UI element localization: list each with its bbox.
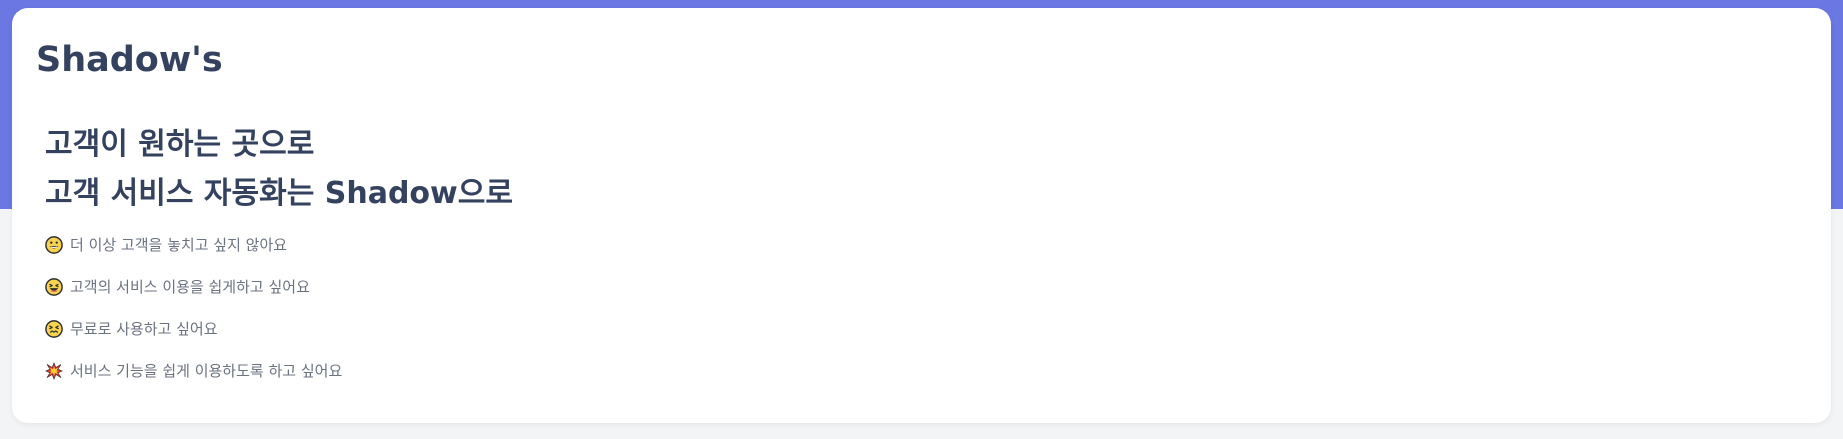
collision-icon xyxy=(45,362,63,380)
benefit-text: 고객의 서비스 이용을 쉽게하고 싶어요 xyxy=(70,278,310,296)
headline-line-2: 고객 서비스 자동화는 Shadow으로 xyxy=(45,176,513,211)
benefit-item: 고객의 서비스 이용을 쉽게하고 싶어요 xyxy=(45,276,310,298)
benefit-item: 무료로 사용하고 싶어요 xyxy=(45,318,218,340)
benefit-text: 서비스 기능을 쉽게 이용하도록 하고 싶어요 xyxy=(70,362,343,380)
headline-line-1: 고객이 원하는 곳으로 xyxy=(45,127,315,162)
benefit-text: 무료로 사용하고 싶어요 xyxy=(70,320,218,338)
content-card: Shadow's 고객이 원하는 곳으로 고객 서비스 자동화는 Shadow으… xyxy=(12,8,1831,423)
benefit-text: 더 이상 고객을 놓치고 싶지 않아요 xyxy=(70,236,288,254)
benefit-item: 서비스 기능을 쉽게 이용하도록 하고 싶어요 xyxy=(45,360,342,382)
laughing-face-icon xyxy=(45,278,63,296)
smiling-face-icon xyxy=(45,236,63,254)
brand-title: Shadow's xyxy=(36,40,223,80)
confounded-face-icon xyxy=(45,320,63,338)
benefit-item: 더 이상 고객을 놓치고 싶지 않아요 xyxy=(45,234,287,256)
